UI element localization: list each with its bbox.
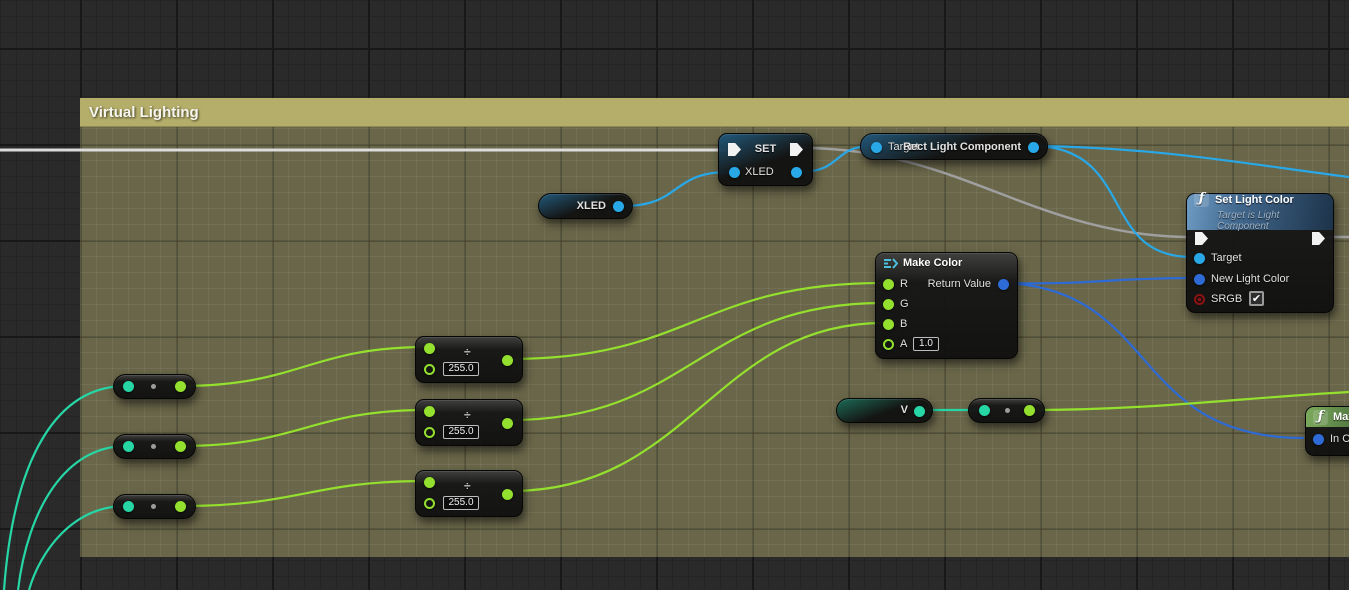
byte-input-pin[interactable] — [123, 441, 134, 452]
float-output-pin[interactable] — [175, 501, 186, 512]
node-divide-2[interactable]: ÷ 255.0 — [415, 399, 523, 446]
b-pin-label: B — [900, 318, 907, 330]
srgb-checkbox[interactable]: ✔ — [1249, 291, 1264, 306]
exec-out-pin[interactable] — [1312, 232, 1325, 245]
max-input-label: In Co — [1330, 433, 1349, 445]
target-input-pin[interactable] — [871, 142, 882, 153]
new-light-color-label: New Light Color — [1211, 273, 1289, 285]
node-divide-3[interactable]: ÷ 255.0 — [415, 470, 523, 517]
max-input-pin[interactable] — [1313, 434, 1324, 445]
conversion-dot-icon — [1005, 408, 1010, 413]
srgb-pin[interactable] — [1194, 294, 1205, 305]
float-output-pin[interactable] — [1024, 405, 1035, 416]
node-set-xled[interactable]: SET XLED — [718, 133, 813, 186]
divide-output-pin[interactable] — [502, 355, 513, 366]
set-light-color-subtitle: Target is Light Component — [1217, 210, 1326, 232]
a-value-input[interactable]: 1.0 — [913, 337, 939, 351]
target-pin-label: Target — [1211, 252, 1242, 264]
divide-input-a-pin[interactable] — [424, 406, 435, 417]
return-value-label: Return Value — [928, 278, 991, 290]
a-pin[interactable] — [883, 339, 894, 350]
r-pin[interactable] — [883, 279, 894, 290]
node-make-color[interactable]: Make Color R Return Value G B A 1.0 — [875, 252, 1018, 359]
node-xled-getter[interactable]: XLED — [538, 193, 633, 219]
divide-input-b-pin[interactable] — [424, 498, 435, 509]
xled-getter-label: XLED — [577, 200, 606, 212]
divide-output-pin[interactable] — [502, 418, 513, 429]
divide-icon: ÷ — [464, 479, 471, 493]
conversion-dot-icon — [151, 384, 156, 389]
byte-input-pin[interactable] — [123, 501, 134, 512]
return-value-pin[interactable] — [998, 279, 1009, 290]
node-convert-byte-to-float-4[interactable] — [968, 398, 1045, 423]
divide-value-input[interactable]: 255.0 — [443, 496, 479, 510]
divide-input-a-pin[interactable] — [424, 477, 435, 488]
rect-light-component-label: Rect Light Component — [903, 141, 1021, 153]
node-divide-1[interactable]: ÷ 255.0 — [415, 336, 523, 383]
g-pin-label: G — [900, 298, 909, 310]
node-max[interactable]: ƒ Max ( In Co — [1305, 406, 1349, 456]
set-light-color-header: ƒ Set Light Color Target is Light Compon… — [1187, 194, 1333, 230]
target-pin[interactable] — [1194, 253, 1205, 264]
g-pin[interactable] — [883, 299, 894, 310]
new-light-color-pin[interactable] — [1194, 274, 1205, 285]
make-color-title: Make Color — [903, 257, 962, 269]
conversion-dot-icon — [151, 444, 156, 449]
b-pin[interactable] — [883, 319, 894, 330]
xled-output-pin[interactable] — [791, 167, 802, 178]
comment-header[interactable]: Virtual Lighting — [80, 98, 1349, 127]
float-output-pin[interactable] — [175, 441, 186, 452]
divide-input-a-pin[interactable] — [424, 343, 435, 354]
divide-value-input[interactable]: 255.0 — [443, 425, 479, 439]
srgb-label: SRGB — [1211, 293, 1242, 305]
make-struct-icon — [883, 258, 898, 269]
v-getter-label: V — [901, 404, 908, 416]
exec-in-pin[interactable] — [1195, 232, 1208, 245]
make-color-header: Make Color — [876, 253, 1017, 273]
r-pin-label: R — [900, 278, 908, 290]
byte-input-pin[interactable] — [123, 381, 134, 392]
comment-title-text: Virtual Lighting — [89, 104, 199, 121]
rect-light-component-output-pin[interactable] — [1028, 142, 1039, 153]
node-convert-byte-to-float-1[interactable] — [113, 374, 196, 399]
divide-input-b-pin[interactable] — [424, 427, 435, 438]
function-icon: ƒ — [1313, 410, 1328, 425]
a-pin-label: A — [900, 338, 907, 350]
function-icon: ƒ — [1194, 192, 1209, 207]
comment-body[interactable] — [80, 127, 1349, 557]
divide-input-b-pin[interactable] — [424, 364, 435, 375]
xled-input-label: XLED — [745, 166, 774, 178]
set-light-color-title: Set Light Color — [1215, 194, 1294, 206]
node-v-getter[interactable]: V — [836, 398, 933, 423]
blueprint-canvas[interactable]: Virtual Lighting SET XLED XLED — [0, 0, 1349, 590]
node-rect-light-component[interactable]: Target Rect Light Component — [860, 133, 1048, 160]
max-title: Max ( — [1333, 411, 1349, 423]
divide-value-input[interactable]: 255.0 — [443, 362, 479, 376]
node-convert-byte-to-float-2[interactable] — [113, 434, 196, 459]
xled-input-pin[interactable] — [729, 167, 740, 178]
divide-icon: ÷ — [464, 408, 471, 422]
divide-output-pin[interactable] — [502, 489, 513, 500]
byte-input-pin[interactable] — [979, 405, 990, 416]
v-getter-output-pin[interactable] — [914, 406, 925, 417]
node-set-light-color[interactable]: ƒ Set Light Color Target is Light Compon… — [1186, 193, 1334, 313]
max-header: ƒ Max ( — [1306, 407, 1349, 427]
conversion-dot-icon — [151, 504, 156, 509]
node-convert-byte-to-float-3[interactable] — [113, 494, 196, 519]
xled-getter-output-pin[interactable] — [613, 201, 624, 212]
float-output-pin[interactable] — [175, 381, 186, 392]
divide-icon: ÷ — [464, 345, 471, 359]
